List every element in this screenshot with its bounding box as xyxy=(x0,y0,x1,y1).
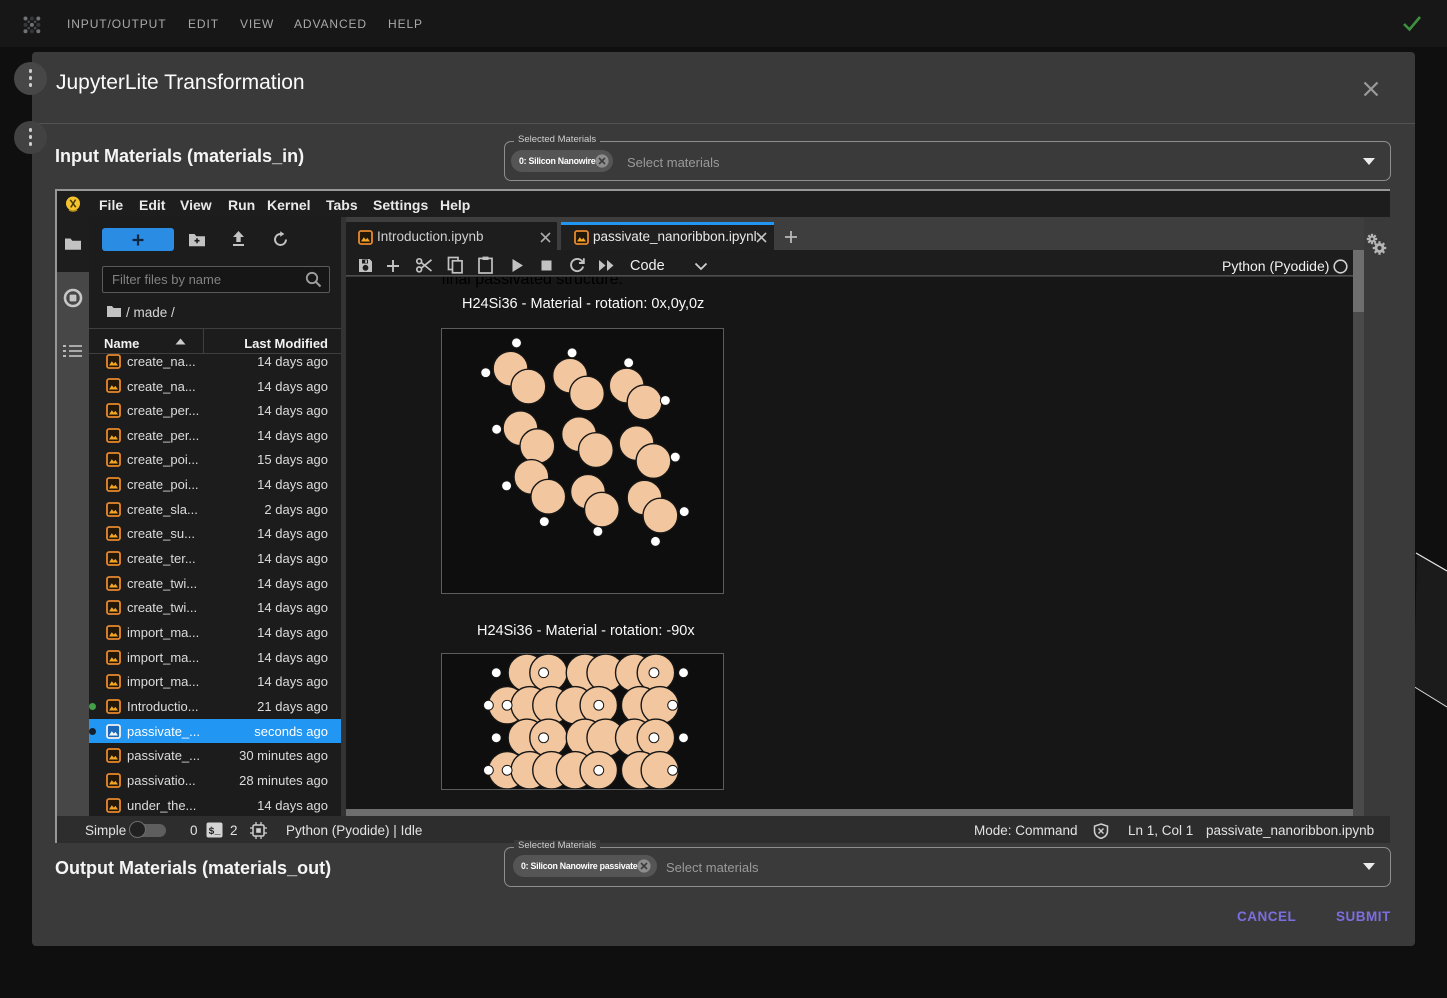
svg-text:$_: $_ xyxy=(209,826,222,838)
